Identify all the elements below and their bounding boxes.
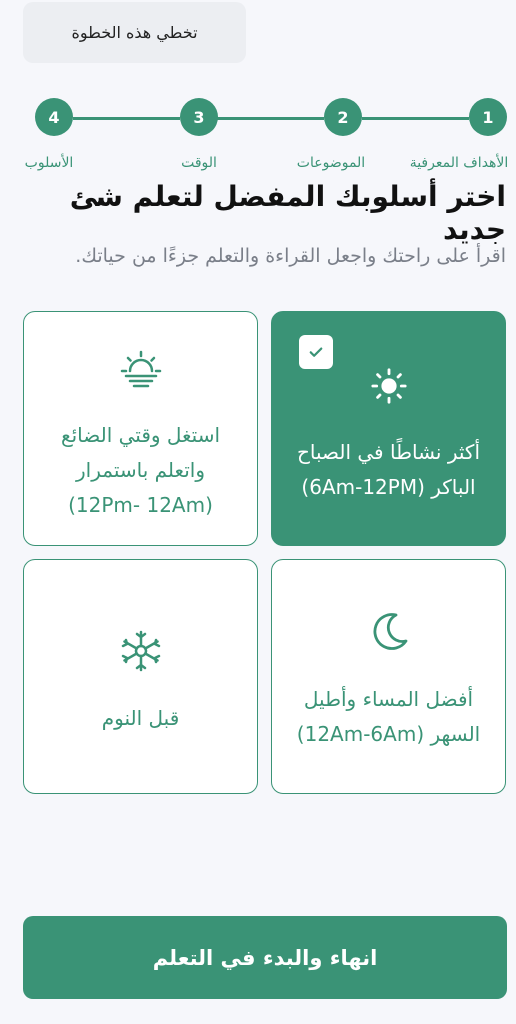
finish-and-start-button[interactable]: انهاء والبدء في التعلم <box>23 916 507 999</box>
option-label: استغل وقتي الضائع واتعلم باستمرار (12Pm-… <box>60 423 221 517</box>
check-icon <box>309 347 323 357</box>
option-label: أفضل المساء وأطيل السهر (12Am-6Am) <box>296 687 481 746</box>
step-4-label: الأسلوب <box>24 155 74 171</box>
snowflake-icon <box>121 630 160 672</box>
skip-step-button[interactable]: تخطي هذه الخطوة <box>23 2 246 63</box>
step-1-label: الأهداف المعرفية <box>409 155 509 171</box>
step-3-indicator: 3 <box>180 98 218 136</box>
checkbox-checked[interactable] <box>299 335 333 369</box>
step-connector <box>217 117 324 120</box>
option-card-early-morning[interactable]: أكثر نشاطًا في الصباح الباكر (6Am-12PM) <box>271 311 506 546</box>
sunrise-icon <box>120 350 161 388</box>
step-connector <box>73 117 180 120</box>
step-4-indicator: 4 <box>35 98 73 136</box>
option-card-before-sleep[interactable]: قبل النوم <box>23 559 258 794</box>
step-2-label: الموضوعات <box>296 155 366 171</box>
page-title: اختر أسلوبك المفضل لتعلم شئ جديد <box>69 180 506 246</box>
option-card-late-night[interactable]: أفضل المساء وأطيل السهر (12Am-6Am) <box>271 559 506 794</box>
step-1-indicator: 1 <box>469 98 507 136</box>
step-3-label: الوقت <box>181 155 217 171</box>
progress-stepper: 1 2 3 4 الأهداف المعرفية الموضوعات الوقت… <box>0 98 516 178</box>
step-2-indicator: 2 <box>324 98 362 136</box>
option-label: أكثر نشاطًا في الصباح الباكر (6Am-12PM) <box>297 440 480 499</box>
option-card-spare-time[interactable]: استغل وقتي الضائع واتعلم باستمرار (12Pm-… <box>23 311 258 546</box>
moon-icon <box>373 613 407 650</box>
sun-icon <box>370 368 407 404</box>
page-subtitle: اقرأ على راحتك واجعل القراءة والتعلم جزء… <box>75 245 506 267</box>
step-connector <box>362 117 469 120</box>
option-label: قبل النوم <box>101 706 180 730</box>
